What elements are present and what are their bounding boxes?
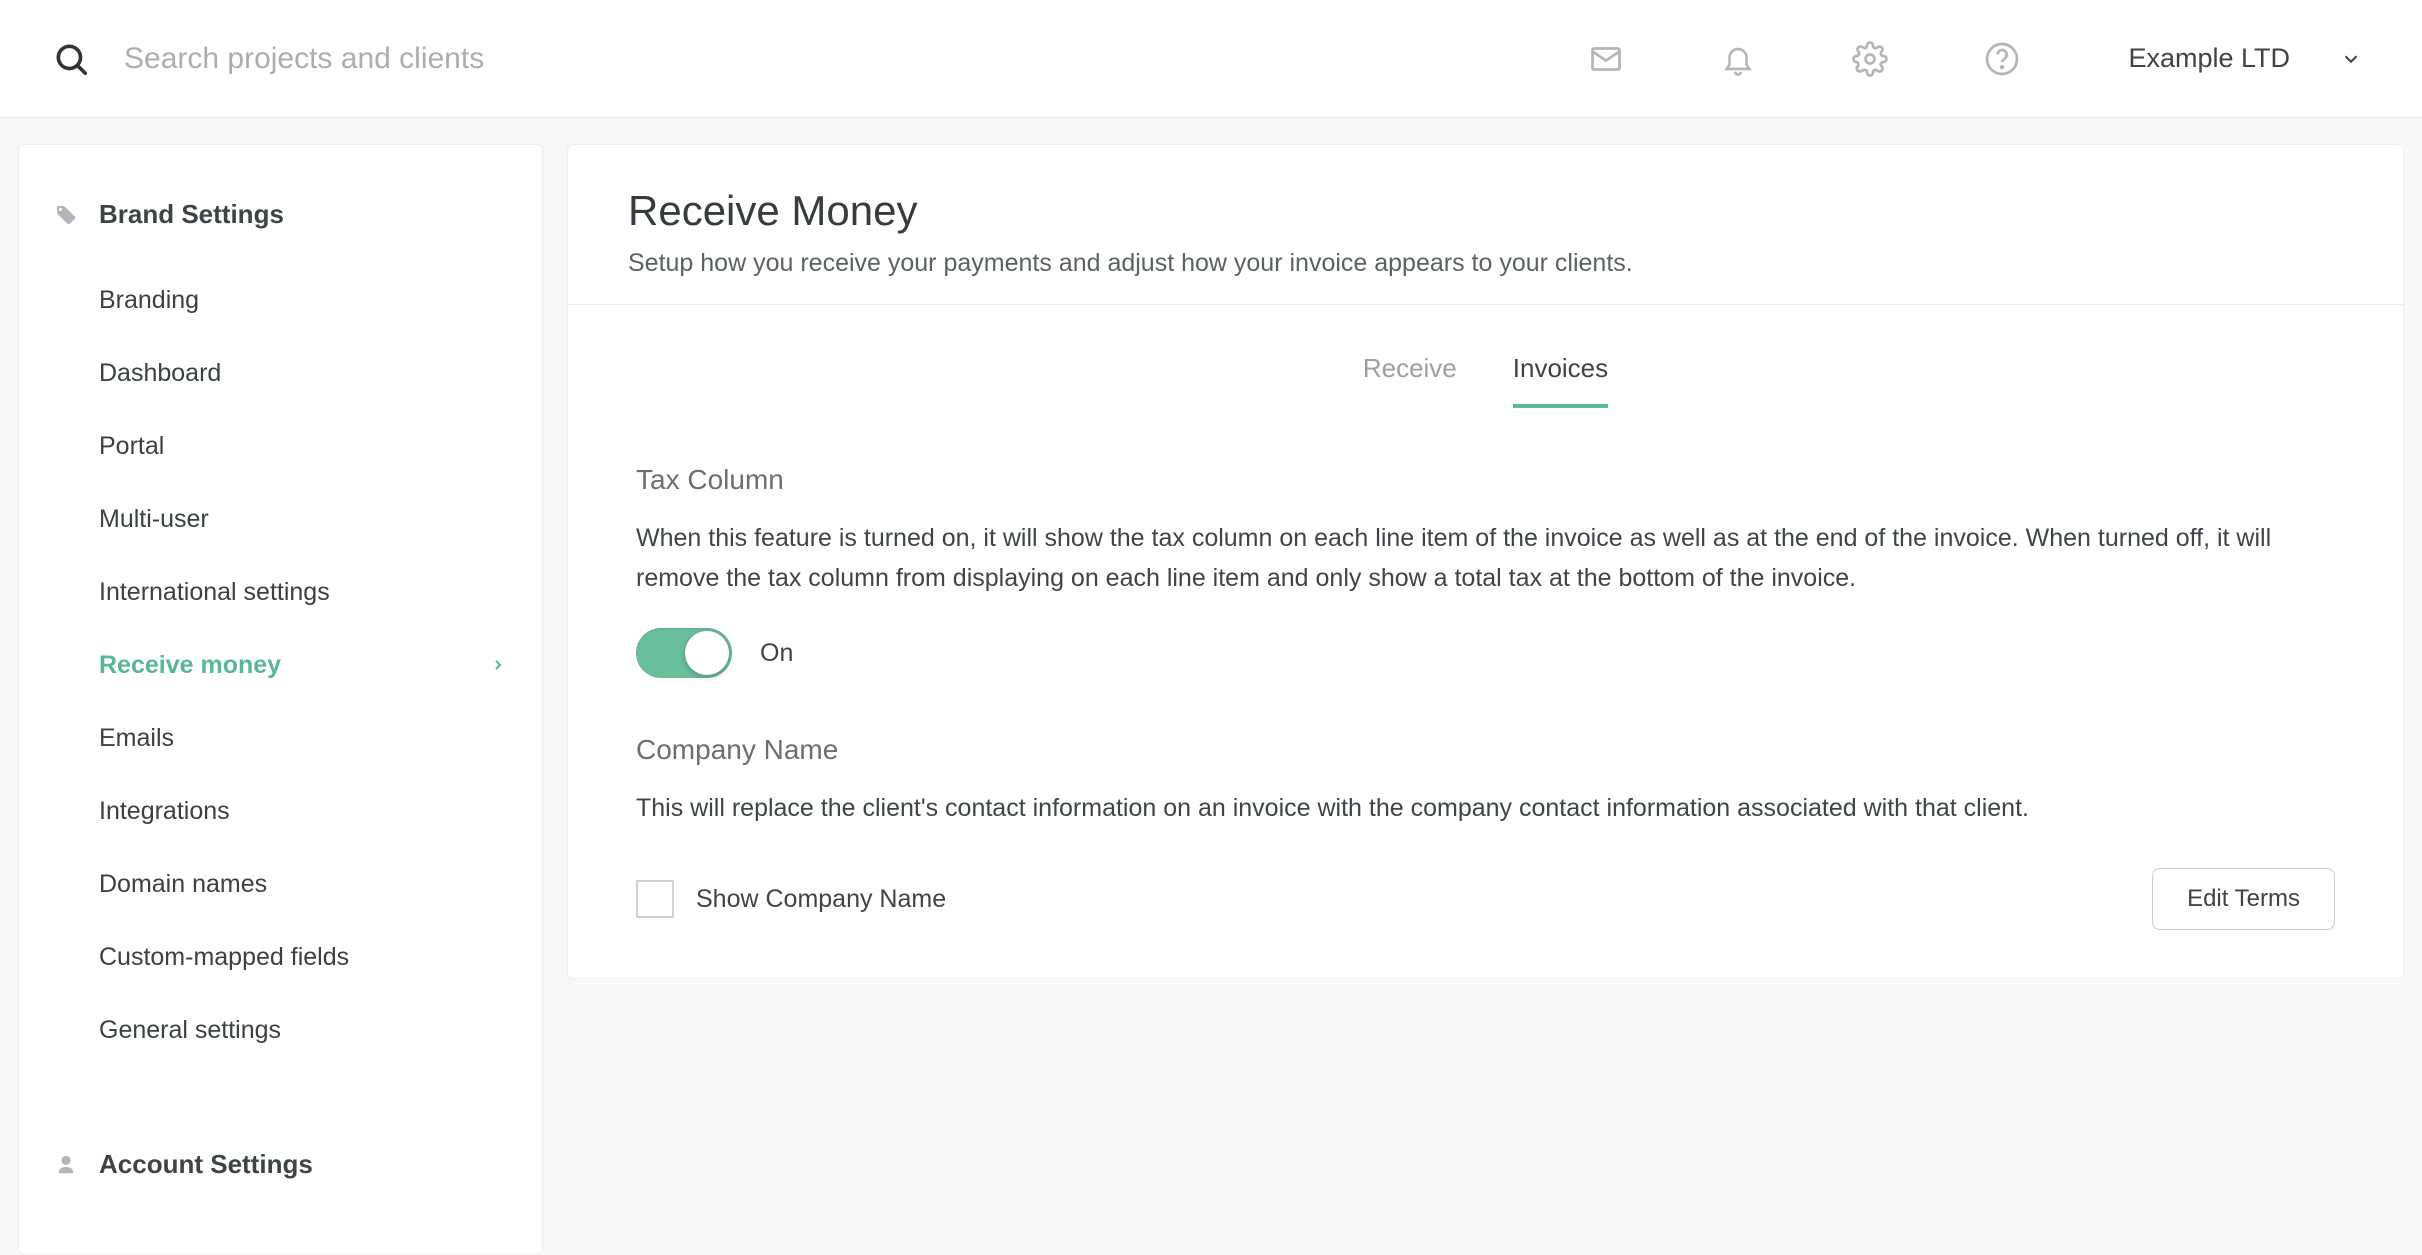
content: Tax Column When this feature is turned o…: [568, 464, 2403, 930]
tab-invoices[interactable]: Invoices: [1513, 353, 1608, 408]
topbar-icons: [1586, 39, 2042, 79]
search-wrap: [52, 40, 1586, 78]
brand-settings-header: Brand Settings: [53, 199, 508, 230]
sidebar-item-label: Custom-mapped fields: [99, 943, 349, 972]
search-icon: [52, 40, 90, 78]
sidebar-item-label: Receive money: [99, 651, 281, 680]
sidebar-item-dashboard[interactable]: Dashboard: [99, 337, 508, 410]
sidebar-item-label: General settings: [99, 1016, 281, 1045]
chevron-down-icon: [2340, 48, 2362, 70]
toggle-state-label: On: [760, 639, 793, 668]
sidebar-item-label: Emails: [99, 724, 174, 753]
sidebar-item-international-settings[interactable]: International settings: [99, 556, 508, 629]
company-dropdown[interactable]: Example LTD: [2112, 43, 2378, 74]
show-company-name-checkbox[interactable]: [636, 880, 674, 918]
sidebar-item-custom-mapped-fields[interactable]: Custom-mapped fields: [99, 921, 508, 994]
tax-column-toggle[interactable]: [636, 628, 732, 678]
company-name-row: Show Company Name Edit Terms: [636, 868, 2335, 930]
nav-list: Branding Dashboard Portal Multi-user Int…: [53, 264, 508, 1067]
company-name-desc: This will replace the client's contact i…: [636, 788, 2335, 828]
tax-column-desc: When this feature is turned on, it will …: [636, 518, 2335, 598]
help-icon[interactable]: [1982, 39, 2022, 79]
checkbox-label: Show Company Name: [696, 885, 946, 914]
main-panel: Receive Money Setup how you receive your…: [567, 144, 2404, 979]
sidebar-item-label: International settings: [99, 578, 330, 607]
sidebar-item-portal[interactable]: Portal: [99, 410, 508, 483]
bell-icon[interactable]: [1718, 39, 1758, 79]
layout: Brand Settings Branding Dashboard Portal…: [0, 118, 2422, 1255]
brand-settings-label: Brand Settings: [99, 199, 284, 230]
page-subtitle: Setup how you receive your payments and …: [628, 249, 2343, 278]
sidebar-item-label: Multi-user: [99, 505, 209, 534]
account-settings-header: Account Settings: [53, 1149, 508, 1180]
sidebar-item-label: Domain names: [99, 870, 267, 899]
mail-icon[interactable]: [1586, 39, 1626, 79]
toggle-knob: [685, 631, 729, 675]
sidebar-item-integrations[interactable]: Integrations: [99, 775, 508, 848]
tab-label: Invoices: [1513, 353, 1608, 383]
gear-icon[interactable]: [1850, 39, 1890, 79]
tab-label: Receive: [1363, 353, 1457, 383]
tax-column-title: Tax Column: [636, 464, 2335, 496]
checkbox-wrap: Show Company Name: [636, 880, 946, 918]
sidebar: Brand Settings Branding Dashboard Portal…: [18, 144, 543, 1255]
topbar-right: Example LTD: [1586, 39, 2378, 79]
topbar: Example LTD: [0, 0, 2422, 118]
company-name-label: Example LTD: [2128, 43, 2290, 74]
sidebar-item-branding[interactable]: Branding: [99, 264, 508, 337]
sidebar-item-emails[interactable]: Emails: [99, 702, 508, 775]
sidebar-item-general-settings[interactable]: General settings: [99, 994, 508, 1067]
tab-receive[interactable]: Receive: [1363, 353, 1457, 408]
page-title: Receive Money: [628, 187, 2343, 235]
main-header: Receive Money Setup how you receive your…: [568, 145, 2403, 305]
account-settings-label: Account Settings: [99, 1149, 313, 1180]
sidebar-item-label: Portal: [99, 432, 164, 461]
tag-icon: [53, 202, 79, 228]
sidebar-item-label: Dashboard: [99, 359, 221, 388]
search-input[interactable]: [124, 42, 824, 76]
tax-column-toggle-row: On: [636, 628, 2335, 678]
sidebar-item-label: Branding: [99, 286, 199, 315]
sidebar-item-domain-names[interactable]: Domain names: [99, 848, 508, 921]
tabs: Receive Invoices: [568, 305, 2403, 408]
chevron-right-icon: [490, 657, 508, 675]
sidebar-item-label: Integrations: [99, 797, 230, 826]
company-name-title: Company Name: [636, 734, 2335, 766]
sidebar-item-multi-user[interactable]: Multi-user: [99, 483, 508, 556]
edit-terms-button[interactable]: Edit Terms: [2152, 868, 2335, 930]
user-icon: [53, 1152, 79, 1178]
sidebar-item-receive-money[interactable]: Receive money: [99, 629, 508, 702]
